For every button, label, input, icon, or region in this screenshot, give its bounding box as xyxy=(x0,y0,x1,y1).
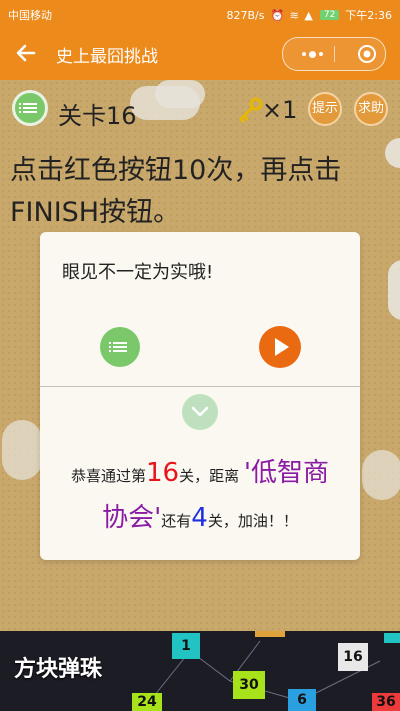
cleared-level-number: 16 xyxy=(145,458,180,488)
banner-title: 方块弹珠 xyxy=(14,657,103,682)
dialog-hint-text: 眼见不一定为实哦! xyxy=(62,262,214,283)
congrats-part-1: 恭喜通过第 xyxy=(70,467,146,485)
next-level-button[interactable] xyxy=(259,326,301,368)
mini-program-capsule xyxy=(282,37,386,71)
more-icon[interactable] xyxy=(291,38,333,70)
network-speed: 827B/s xyxy=(226,8,265,22)
banner-tile: 6 xyxy=(288,689,316,711)
help-button[interactable]: 求助 xyxy=(354,92,388,126)
cloud-decoration xyxy=(2,420,42,480)
level-complete-dialog: 眼见不一定为实哦! 恭喜通过第16关，距离 '低智商 协会'还有4关，加油！！ xyxy=(40,232,360,560)
page-title: 史上最囧挑战 xyxy=(56,47,158,67)
dialog-divider xyxy=(40,386,360,387)
battery-icon: 72 xyxy=(319,10,340,20)
status-bar: 中国移动 827B/s ⏰ ≋ ▲ 72 下午2:36 xyxy=(0,0,400,28)
cloud-decoration xyxy=(388,260,400,320)
tile-strip xyxy=(384,633,400,643)
instruction-line-2: FINISH按钮。 xyxy=(10,197,181,228)
level-menu-button[interactable] xyxy=(100,327,140,367)
signal-icons: ⏰ ≋ ▲ xyxy=(270,8,314,22)
hint-button[interactable]: 提示 xyxy=(308,92,342,126)
remaining-levels: 4 xyxy=(191,503,208,533)
level-list-button[interactable] xyxy=(12,90,48,126)
banner-tile: 16 xyxy=(338,643,368,671)
collapse-button[interactable] xyxy=(182,394,218,430)
congrats-part-2: 关，距离 xyxy=(179,467,244,485)
play-icon xyxy=(275,338,289,356)
tile-strip xyxy=(255,631,285,637)
banner-tile: 36 xyxy=(372,693,400,711)
congrats-part-4: 关，加油！！ xyxy=(207,512,298,530)
nav-bar: 史上最囧挑战 xyxy=(0,28,400,80)
list-icon xyxy=(109,340,127,354)
cloud-decoration xyxy=(155,80,205,108)
ad-banner[interactable]: 1 16 30 6 24 36 方块弹珠 xyxy=(0,631,400,711)
club-name: '低智商 xyxy=(243,458,330,488)
close-target-icon[interactable] xyxy=(357,44,377,64)
level-label: 关卡16 xyxy=(58,102,137,130)
banner-tile: 24 xyxy=(132,693,162,711)
key-count: ×1 xyxy=(262,96,298,124)
banner-tile: 1 xyxy=(172,633,200,659)
clock: 下午2:36 xyxy=(345,9,392,22)
congrats-message: 恭喜通过第16关，距离 '低智商 协会'还有4关，加油！！ xyxy=(40,452,360,542)
back-arrow-icon[interactable] xyxy=(14,39,42,67)
banner-tile: 30 xyxy=(233,671,265,699)
instruction-line-1: 点击红色按钮10次，再点击 xyxy=(10,155,342,186)
club-name-end: 协会' xyxy=(102,503,162,533)
status-right: 827B/s ⏰ ≋ ▲ 72 下午2:36 xyxy=(226,7,392,23)
congrats-part-3: 还有 xyxy=(161,512,192,530)
chevron-down-icon xyxy=(191,406,209,417)
level-instruction: 点击红色按钮10次，再点击 FINISH按钮。 xyxy=(10,150,390,234)
cloud-decoration xyxy=(362,450,400,500)
carrier-label: 中国移动 xyxy=(8,9,52,22)
list-icon xyxy=(19,101,37,115)
key-icon xyxy=(236,96,264,130)
